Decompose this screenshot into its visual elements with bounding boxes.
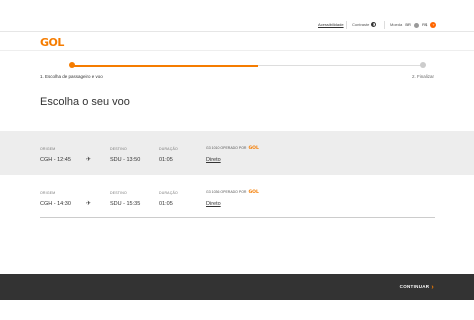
contrast-icon [371,22,377,28]
destination-value: SDU - 13:50 [110,157,141,163]
origin-value: CGH - 12:45 [40,157,71,163]
stops-link[interactable]: Direto [206,157,221,163]
carrier-logo: GOL [248,190,259,195]
continue-label: CONTINUAR [399,284,430,289]
duration-value: 01:05 [159,157,173,163]
origin-value: CGH - 14:30 [40,201,71,207]
flight-option-1[interactable]: ORIGEM CGH - 12:45 ✈ DESTINO SDU - 13:50… [0,131,474,175]
step-2-label: 2. Finalizar [411,74,434,79]
header-divider [0,50,474,51]
duration-header: DURAÇÃO [159,147,178,151]
currency-option-rs[interactable]: R$ [422,22,427,27]
progress-fill [72,64,259,67]
chevron-right-icon: › [431,284,434,291]
destination-value: SDU - 15:35 [110,201,141,207]
utility-bar: Acessibilidade Contraste Moeda BR R$ ? [0,19,474,32]
page-title: Escolha o seu voo [40,96,130,108]
divider [346,21,347,29]
duration-header: DURAÇÃO [159,191,178,195]
footer-bar: CONTINUAR › [0,274,474,300]
flight-number-label: G3 1036 OPERADO POR [206,190,247,194]
currency-option-br[interactable]: BR [405,22,411,27]
divider [384,21,385,29]
contrast-toggle[interactable]: Contraste [352,22,377,28]
help-icon[interactable]: ? [430,22,437,28]
origin-header: ORIGEM [40,147,56,151]
currency-label: Moeda [390,22,403,28]
airplane-icon: ✈ [86,201,92,207]
origin-header: ORIGEM [40,191,56,195]
operated-by: G3 1010 OPERADO POR GOL [206,146,259,151]
flight-number-label: G3 1010 OPERADO POR [206,146,247,150]
stops-link[interactable]: Direto [206,201,221,207]
destination-header: DESTINO [110,191,127,195]
step-1-label: 1. Escolha de passageiro e voo [40,74,103,79]
step-1-dot [69,62,75,68]
continue-button[interactable]: CONTINUAR › [400,284,434,291]
operated-by: G3 1036 OPERADO POR GOL [206,190,259,195]
flight-option-2[interactable]: ORIGEM CGH - 14:30 ✈ DESTINO SDU - 15:35… [0,183,474,219]
airplane-icon: ✈ [86,157,92,163]
toggle-dot-icon[interactable] [414,22,420,28]
gol-logo[interactable]: GOL [40,36,64,49]
destination-header: DESTINO [110,147,127,151]
currency-selector[interactable]: Moeda BR R$ ? [390,22,437,28]
accessibility-link[interactable]: Acessibilidade [318,22,344,27]
row-divider [40,217,435,218]
carrier-logo: GOL [248,146,259,151]
step-2-dot [420,62,426,68]
duration-value: 01:05 [159,201,173,207]
contrast-label: Contraste [352,22,370,27]
